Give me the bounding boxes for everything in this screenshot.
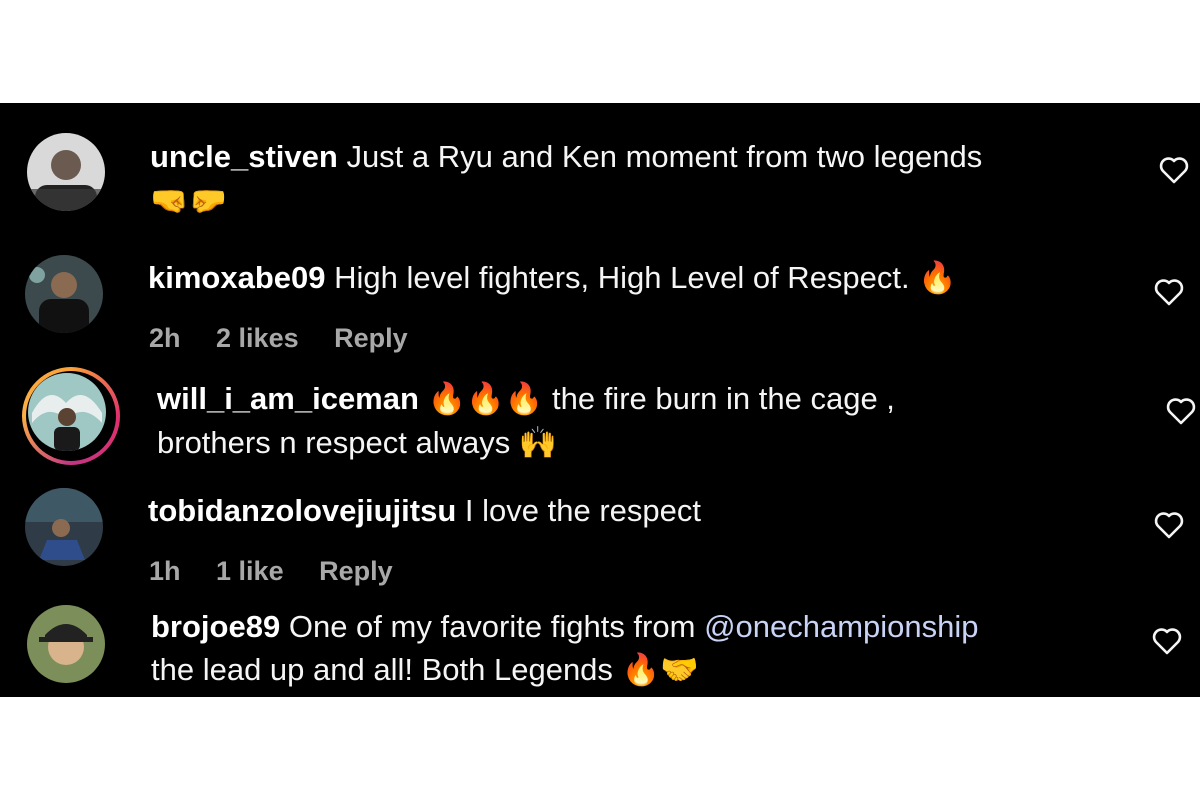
- avatar[interactable]: [25, 255, 103, 333]
- comment-body: the lead up and all! Both Legends: [151, 652, 613, 687]
- comment-body: I love the respect: [464, 493, 701, 528]
- comment-meta: 2h 2 likes Reply: [149, 323, 436, 354]
- like-heart-icon[interactable]: [1154, 278, 1184, 306]
- raising-hands-emoji: 🙌: [518, 425, 558, 461]
- avatar[interactable]: [27, 605, 105, 683]
- avatar[interactable]: [27, 133, 105, 211]
- avatar: [28, 373, 106, 451]
- comment-text: tobidanzolovejiujitsu I love the respect: [148, 489, 701, 532]
- comment-text-line2: brothers n respect always 🙌: [157, 421, 557, 465]
- username[interactable]: brojoe89: [151, 609, 280, 644]
- reply-button[interactable]: Reply: [319, 556, 393, 586]
- fire-emoji: 🔥: [918, 260, 957, 296]
- username[interactable]: tobidanzolovejiujitsu: [148, 493, 456, 528]
- comment-time: 1h: [149, 556, 181, 586]
- username[interactable]: uncle_stiven: [150, 139, 338, 174]
- username[interactable]: kimoxabe09: [148, 260, 326, 295]
- fire-emoji: 🔥🔥🔥: [427, 381, 544, 417]
- comment-text: will_i_am_iceman 🔥🔥🔥 the fire burn in th…: [157, 377, 895, 421]
- like-heart-icon[interactable]: [1166, 397, 1196, 425]
- like-heart-icon[interactable]: [1159, 156, 1189, 184]
- comment-body: High level fighters, High Level of Respe…: [334, 260, 910, 295]
- comment-text-line2: the lead up and all! Both Legends 🔥🤝: [151, 648, 699, 692]
- comment-body: brothers n respect always: [157, 425, 511, 460]
- likes-count[interactable]: 2 likes: [216, 323, 299, 353]
- like-heart-icon[interactable]: [1152, 627, 1182, 655]
- comment-meta: 1h 1 like Reply: [149, 556, 421, 587]
- comment-emoji: 🤜🤛: [150, 183, 228, 219]
- comment-text: uncle_stiven Just a Ryu and Ken moment f…: [150, 135, 982, 178]
- comment-body: One of my favorite fights from: [288, 609, 696, 644]
- comments-panel: uncle_stiven Just a Ryu and Ken moment f…: [0, 103, 1200, 697]
- comment-time: 2h: [149, 323, 181, 353]
- comment-body: the fire burn in the cage ,: [551, 381, 895, 416]
- mention-link[interactable]: @onechampionship: [704, 609, 978, 644]
- comment-text: brojoe89 One of my favorite fights from …: [151, 605, 979, 648]
- comment-body: Just a Ryu and Ken moment from two legen…: [346, 139, 983, 174]
- like-heart-icon[interactable]: [1154, 511, 1184, 539]
- comment-text: kimoxabe09 High level fighters, High Lev…: [148, 256, 957, 300]
- fire-handshake-emoji: 🔥🤝: [621, 652, 699, 688]
- likes-count[interactable]: 1 like: [216, 556, 284, 586]
- username[interactable]: will_i_am_iceman: [157, 381, 419, 416]
- reply-button[interactable]: Reply: [334, 323, 408, 353]
- story-ring[interactable]: [22, 367, 120, 465]
- avatar[interactable]: [25, 488, 103, 566]
